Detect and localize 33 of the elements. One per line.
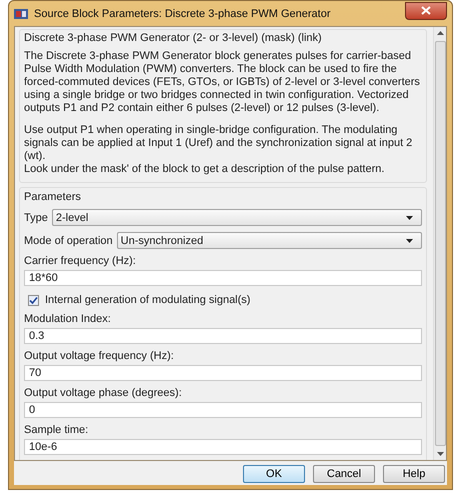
checkbox-label: Internal generation of modulating signal(s) <box>45 294 250 306</box>
field-label: Output voltage phase (degrees): <box>24 387 183 399</box>
window-title: Source Block Parameters: Discrete 3-phase PWM Generator <box>34 8 332 20</box>
field-label: Sample time: <box>24 424 90 436</box>
dialog-button[interactable]: Help <box>383 465 445 483</box>
input-field[interactable]: 0 <box>24 402 422 418</box>
parameters-title: Parameters <box>24 191 82 203</box>
input-field[interactable]: 0.3 <box>24 328 422 344</box>
field-label: Mode of operation <box>24 234 113 246</box>
close-icon <box>421 6 431 15</box>
checkbox[interactable] <box>28 294 39 306</box>
field-label: Carrier frequency (Hz): <box>24 255 137 267</box>
scroll-up-icon <box>436 31 444 35</box>
caret-icon <box>406 216 413 220</box>
scroll-thumb[interactable] <box>434 41 446 446</box>
dialog-button[interactable]: OK <box>243 465 305 483</box>
app-icon <box>14 8 28 20</box>
input-field[interactable]: 70 <box>24 365 422 381</box>
description-text: The Discrete 3-phase PWM Generator block generates pulses for carrier-based Pulse Width Modulation (PWM) converters. The block can be used to fire the forced-commuted devices (FETs, GTOs, or IGBTs) of 2-level or 3-level converters using a single bridge or two bridges connected in twin configuration. Vectorized outputs P1 and P2 contain either 6 pulses (2-level) or 12 pulses (3-level). <box>24 50 421 115</box>
caret-icon <box>406 238 413 242</box>
field-label: Modulation Index: <box>24 313 112 325</box>
scroll-down-icon <box>436 452 444 456</box>
description-text: Use output P1 when operating in single-bridge configuration. The modulating signals can be applied at Input 1 (Uref) and the synchronization signal at input 2 (wt). Look under the mask' of the block to get a description of the pulse pattern. <box>24 124 414 176</box>
dialog-button[interactable]: Cancel <box>313 465 375 483</box>
field-label: Output voltage frequency (Hz): <box>24 350 175 362</box>
input-field[interactable]: 18*60 <box>24 270 422 286</box>
dropdown[interactable]: Un-synchronized <box>116 232 422 249</box>
scrollbar[interactable] <box>433 27 446 460</box>
block-heading: Discrete 3-phase PWM Generator (2- or 3-level) (mask) (link) <box>24 32 323 44</box>
close-button[interactable] <box>405 2 447 20</box>
field-label: Type <box>24 212 48 224</box>
dropdown[interactable]: 2-level <box>52 209 422 226</box>
input-field[interactable]: 10e-6 <box>24 439 422 455</box>
